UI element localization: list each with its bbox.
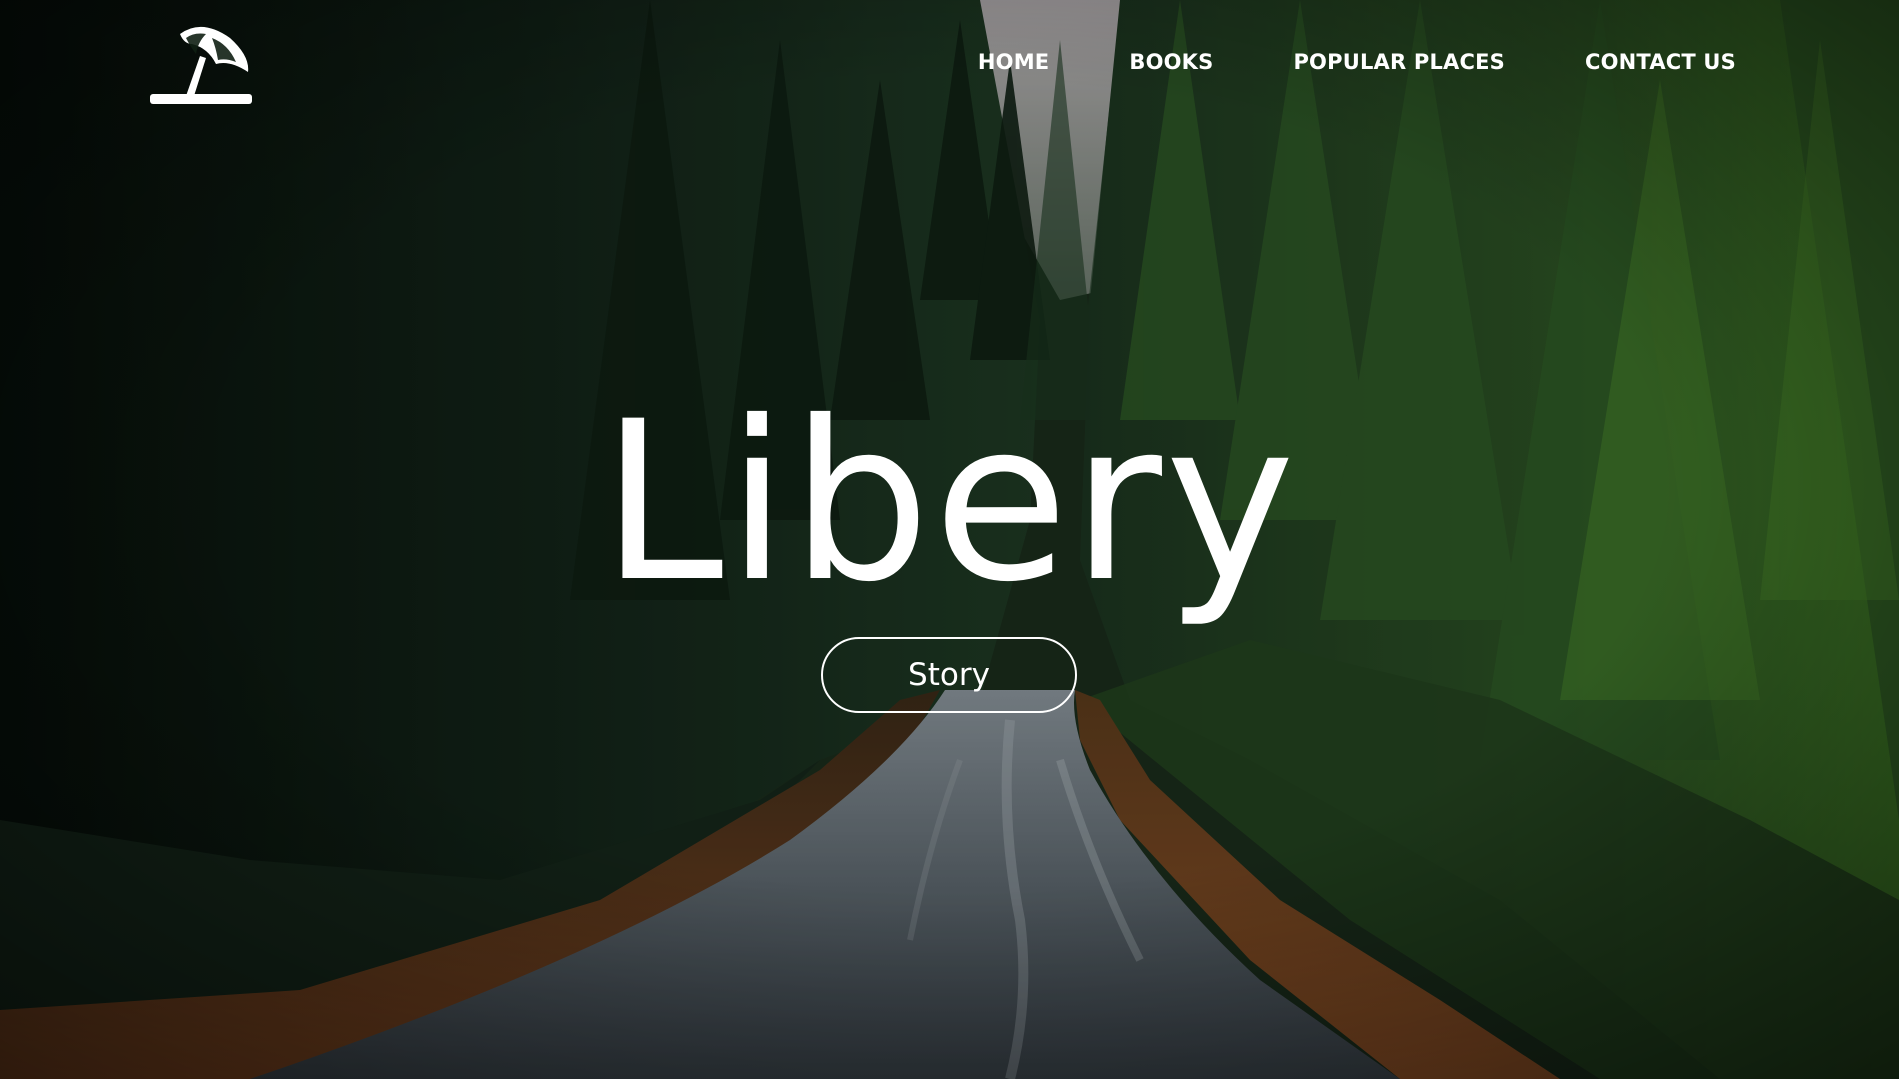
nav-item-books: BOOKS [1129,50,1213,74]
site-header: HOME BOOKS POPULAR PLACES CONTACT US [0,0,1899,130]
nav-link-popular-places[interactable]: POPULAR PLACES [1293,50,1505,74]
nav-link-contact-us[interactable]: CONTACT US [1585,50,1736,74]
hero-section: HOME BOOKS POPULAR PLACES CONTACT US Lib… [0,0,1899,1079]
story-button[interactable]: Story [821,637,1077,713]
beach-umbrella-icon[interactable] [150,24,252,106]
nav-link-home[interactable]: HOME [978,50,1049,74]
hero-title: Libery [600,374,1299,630]
main-nav: HOME BOOKS POPULAR PLACES CONTACT US [978,50,1736,74]
nav-item-popular-places: POPULAR PLACES [1293,50,1505,74]
nav-item-contact-us: CONTACT US [1585,50,1736,74]
nav-item-home: HOME [978,50,1049,74]
nav-link-books[interactable]: BOOKS [1129,50,1213,74]
